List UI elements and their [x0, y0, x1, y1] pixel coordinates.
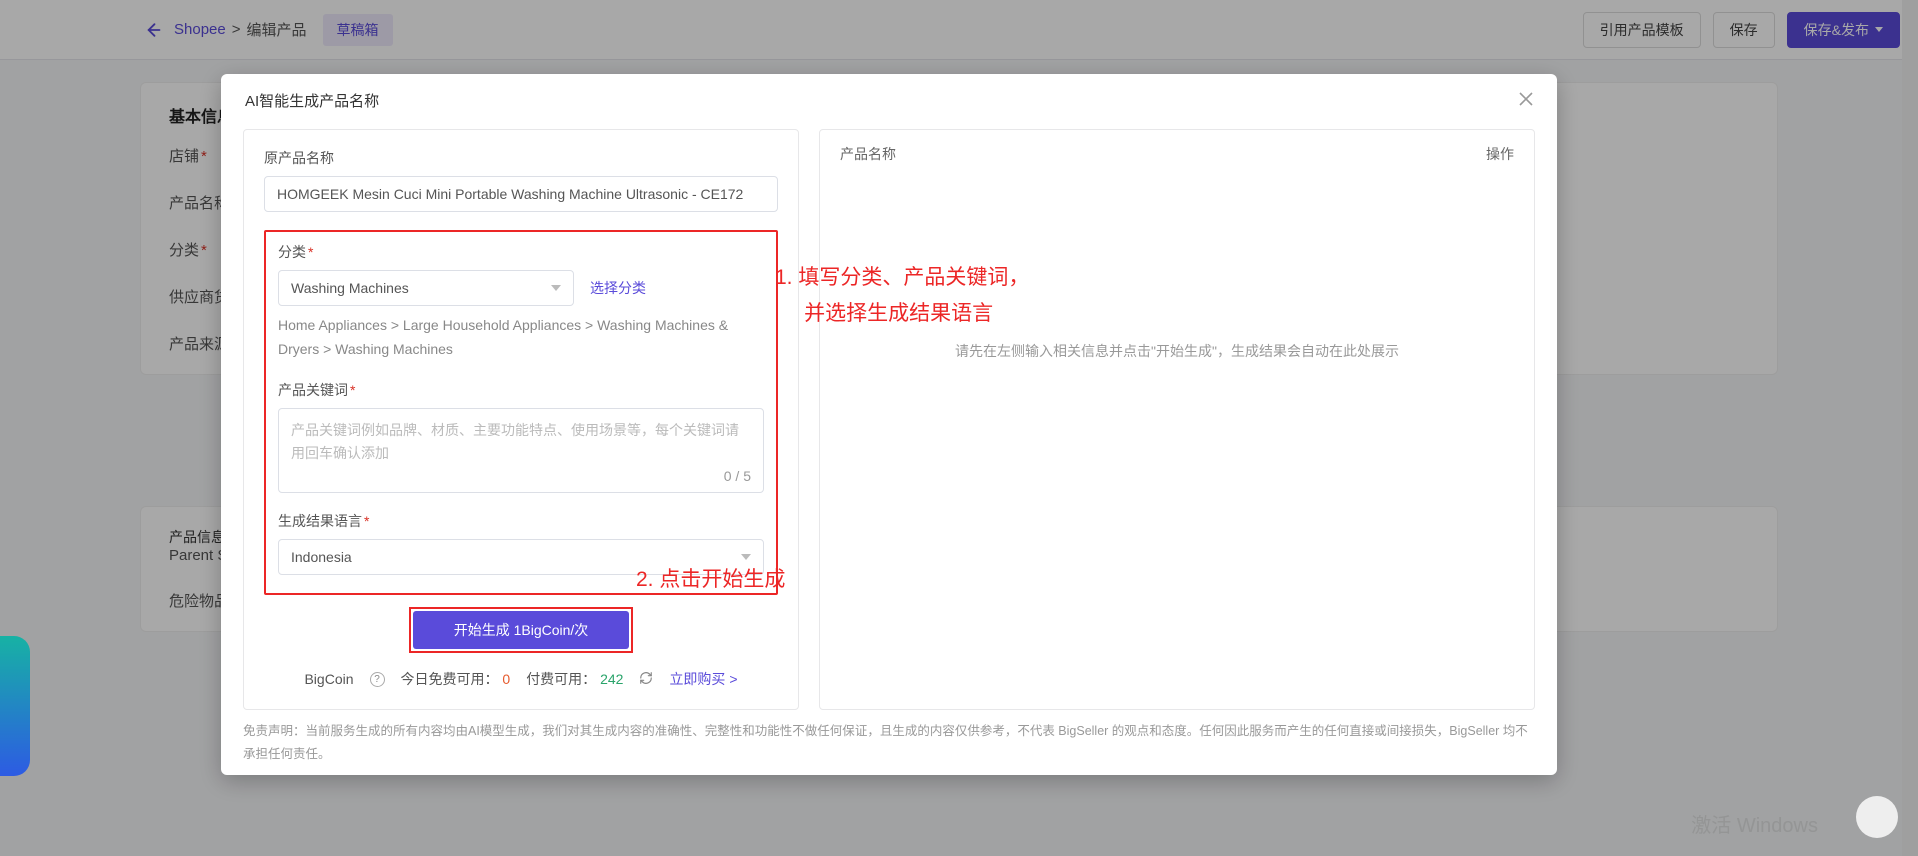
modal-header: AI智能生成产品名称	[221, 74, 1557, 111]
results-header: 产品名称 操作	[820, 130, 1534, 178]
category-select[interactable]: Washing Machines	[278, 270, 574, 306]
choose-category-link[interactable]: 选择分类	[590, 278, 646, 298]
refresh-icon[interactable]	[639, 671, 653, 688]
modal-left-panel: 原产品名称 HOMGEEK Mesin Cuci Mini Portable W…	[243, 129, 799, 710]
page-header: Shopee > 编辑产品 草稿箱 引用产品模板 保存 保存&发布	[0, 0, 1918, 60]
paid-value: 242	[600, 671, 623, 687]
breadcrumb: Shopee > 编辑产品	[174, 19, 307, 40]
field-category: 分类* Washing Machines 选择分类 Home Appliance…	[278, 242, 764, 362]
label-product-name: 产品名称	[169, 195, 229, 212]
template-button[interactable]: 引用产品模板	[1583, 12, 1701, 48]
label-category-modal: 分类	[278, 244, 306, 260]
keywords-placeholder: 产品关键词例如品牌、材质、主要功能特点、使用场景等，每个关键词请用回车确认添加	[291, 419, 751, 467]
label-category: 分类	[169, 242, 199, 259]
bigcoin-label: BigCoin	[304, 671, 353, 687]
back-arrow-icon[interactable]	[140, 18, 164, 42]
category-value: Washing Machines	[291, 280, 409, 296]
modal-title: AI智能生成产品名称	[245, 90, 379, 111]
keywords-counter: 0 / 5	[724, 468, 751, 484]
label-supplier: 供应商货	[169, 289, 229, 306]
label-parent: Parent S	[169, 547, 227, 564]
breadcrumb-platform[interactable]: Shopee	[174, 21, 226, 38]
chevron-down-icon	[551, 285, 561, 291]
annotation-1: 1. 填写分类、产品关键词， 并选择生成结果语言	[775, 260, 1029, 331]
annotation-box-1: 分类* Washing Machines 选择分类 Home Appliance…	[264, 230, 778, 595]
assistant-avatar[interactable]	[1856, 796, 1898, 838]
breadcrumb-sep: >	[232, 21, 241, 38]
paid-label: 付费可用：	[526, 671, 596, 687]
label-language: 生成结果语言	[278, 513, 362, 529]
draft-badge: 草稿箱	[323, 14, 393, 46]
save-button[interactable]: 保存	[1713, 12, 1775, 48]
breadcrumb-page: 编辑产品	[246, 19, 306, 40]
chevron-down-icon	[741, 554, 751, 560]
ai-generate-modal: AI智能生成产品名称 原产品名称 HOMGEEK Mesin Cuci Mini…	[221, 74, 1557, 775]
start-generate-button[interactable]: 开始生成 1BigCoin/次	[413, 611, 629, 649]
modal-right-panel: 产品名称 操作 请先在左侧输入相关信息并点击"开始生成"，生成结果会自动在此处展…	[819, 129, 1535, 710]
keywords-input[interactable]: 产品关键词例如品牌、材质、主要功能特点、使用场景等，每个关键词请用回车确认添加 …	[278, 408, 764, 494]
modal-body: 原产品名称 HOMGEEK Mesin Cuci Mini Portable W…	[221, 111, 1557, 710]
caret-down-icon	[1875, 27, 1883, 32]
bigcoin-row: BigCoin ? 今日免费可用： 0 付费可用： 242 立即购买 >	[264, 661, 778, 691]
save-publish-label: 保存&发布	[1804, 20, 1869, 40]
chat-with-us-tab[interactable]	[0, 636, 30, 776]
language-value: Indonesia	[291, 549, 352, 565]
original-name-input[interactable]: HOMGEEK Mesin Cuci Mini Portable Washing…	[264, 176, 778, 212]
field-original-name: 原产品名称 HOMGEEK Mesin Cuci Mini Portable W…	[264, 148, 778, 212]
original-name-value: HOMGEEK Mesin Cuci Mini Portable Washing…	[277, 186, 743, 202]
free-value: 0	[502, 671, 510, 687]
results-col-name: 产品名称	[840, 144, 1486, 164]
disclaimer-text: 免责声明：当前服务生成的所有内容均由AI模型生成，我们对其生成内容的准确性、完整…	[221, 710, 1557, 775]
scrollbar[interactable]	[1902, 0, 1918, 856]
free-label: 今日免费可用：	[401, 671, 499, 687]
category-path: Home Appliances > Large Household Applia…	[278, 314, 764, 362]
close-icon[interactable]	[1511, 84, 1541, 114]
buy-now-link[interactable]: 立即购买 >	[669, 669, 737, 689]
annotation-box-2: 开始生成 1BigCoin/次	[409, 607, 633, 653]
annotation-2: 2. 点击开始生成	[636, 562, 785, 598]
windows-watermark: 激活 Windows	[1691, 809, 1818, 838]
results-placeholder: 请先在左侧输入相关信息并点击"开始生成"，生成结果会自动在此处展示	[820, 178, 1534, 709]
field-keywords: 产品关键词* 产品关键词例如品牌、材质、主要功能特点、使用场景等，每个关键词请用…	[278, 380, 764, 494]
label-shop: 店铺	[169, 148, 199, 165]
label-product-source: 产品来源	[169, 336, 229, 353]
save-publish-button[interactable]: 保存&发布	[1787, 12, 1900, 48]
label-keywords: 产品关键词	[278, 382, 348, 398]
help-icon[interactable]: ?	[370, 672, 385, 687]
results-col-op: 操作	[1486, 144, 1514, 164]
start-generate-row: 开始生成 1BigCoin/次	[264, 607, 778, 653]
label-original-name: 原产品名称	[264, 148, 778, 168]
label-hazard: 危险物品	[169, 593, 229, 610]
